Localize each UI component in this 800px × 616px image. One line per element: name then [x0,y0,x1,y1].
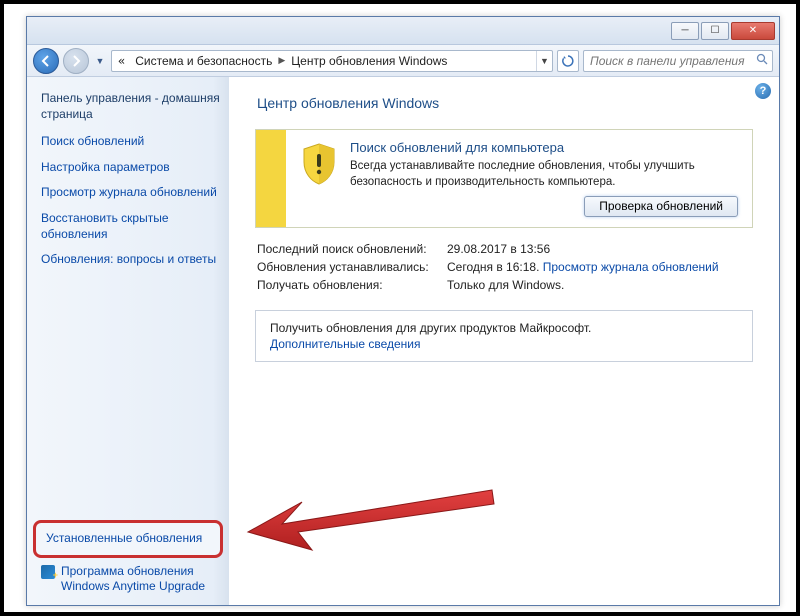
nav-history-dropdown[interactable]: ▼ [93,51,107,71]
additional-products-text: Получить обновления для других продуктов… [270,321,738,335]
view-update-history-link[interactable]: Просмотр журнала обновлений [543,260,719,274]
breadcrumb-update-center[interactable]: Центр обновления Windows [289,54,449,68]
close-button[interactable]: ✕ [731,22,775,40]
titlebar: ─ ☐ ✕ [27,17,779,45]
sidebar-settings[interactable]: Настройка параметров [41,160,229,176]
window-body: Панель управления - домашняя страница По… [27,77,779,605]
warning-body: Всегда устанавливайте последние обновлен… [350,159,738,190]
breadcrumb-system-security[interactable]: Система и безопасность [133,54,274,68]
search-box[interactable] [583,50,773,72]
info-value-installed: Сегодня в 16:18. Просмотр журнала обновл… [447,260,753,274]
sidebar-installed-updates[interactable]: Установленные обновления [33,520,223,558]
breadcrumb-overflow-icon[interactable]: « [118,54,129,68]
warning-panel: Поиск обновлений для компьютера Всегда у… [255,129,753,228]
main-content: ? Центр обновления Windows Поиск обновле… [229,77,779,605]
sidebar-restore-hidden[interactable]: Восстановить скрытые обновления [41,211,229,242]
sidebar: Панель управления - домашняя страница По… [27,77,229,605]
sidebar-find-updates[interactable]: Поиск обновлений [41,134,229,150]
nav-forward-button[interactable] [63,48,89,74]
search-input[interactable] [584,54,752,68]
maximize-button[interactable]: ☐ [701,22,729,40]
warning-heading: Поиск обновлений для компьютера [350,140,738,155]
page-title: Центр обновления Windows [257,95,753,111]
sidebar-anytime-upgrade[interactable]: Программа обновления Windows Anytime Upg… [41,564,221,595]
check-updates-button[interactable]: Проверка обновлений [584,196,738,217]
sidebar-anytime-upgrade-label: Программа обновления Windows Anytime Upg… [61,564,221,595]
minimize-button[interactable]: ─ [671,22,699,40]
help-icon[interactable]: ? [755,83,771,99]
sidebar-faq[interactable]: Обновления: вопросы и ответы [41,252,229,268]
info-label-installed: Обновления устанавливались: [257,260,447,274]
nav-back-button[interactable] [33,48,59,74]
chevron-right-icon: ▶ [274,55,289,66]
breadcrumb-dropdown-icon[interactable]: ▼ [536,51,552,71]
sidebar-installed-updates-label: Установленные обновления [46,531,202,547]
info-label-receive: Получать обновления: [257,278,447,292]
info-value-receive: Только для Windows. [447,278,753,292]
windows-flag-icon [41,565,55,579]
sidebar-update-history[interactable]: Просмотр журнала обновлений [41,185,229,201]
shield-warning-icon [300,142,338,186]
additional-products-panel: Получить обновления для других продуктов… [255,310,753,362]
breadcrumb-bar[interactable]: « Система и безопасность ▶ Центр обновле… [111,50,553,72]
control-panel-home-link[interactable]: Панель управления - домашняя страница [41,91,229,122]
info-label-last-check: Последний поиск обновлений: [257,242,447,256]
info-value-last-check: 29.08.2017 в 13:56 [447,242,753,256]
sidebar-see-also: Установленные обновления Программа обнов… [41,514,229,595]
warning-stripe [256,130,286,227]
window-update-center: ─ ☐ ✕ ▼ « Система и безопасность ▶ Центр… [26,16,780,606]
refresh-button[interactable] [557,50,579,72]
info-grid: Последний поиск обновлений: 29.08.2017 в… [255,242,753,292]
additional-info-link[interactable]: Дополнительные сведения [270,337,738,351]
address-bar: ▼ « Система и безопасность ▶ Центр обнов… [27,45,779,77]
search-icon[interactable] [752,53,772,68]
